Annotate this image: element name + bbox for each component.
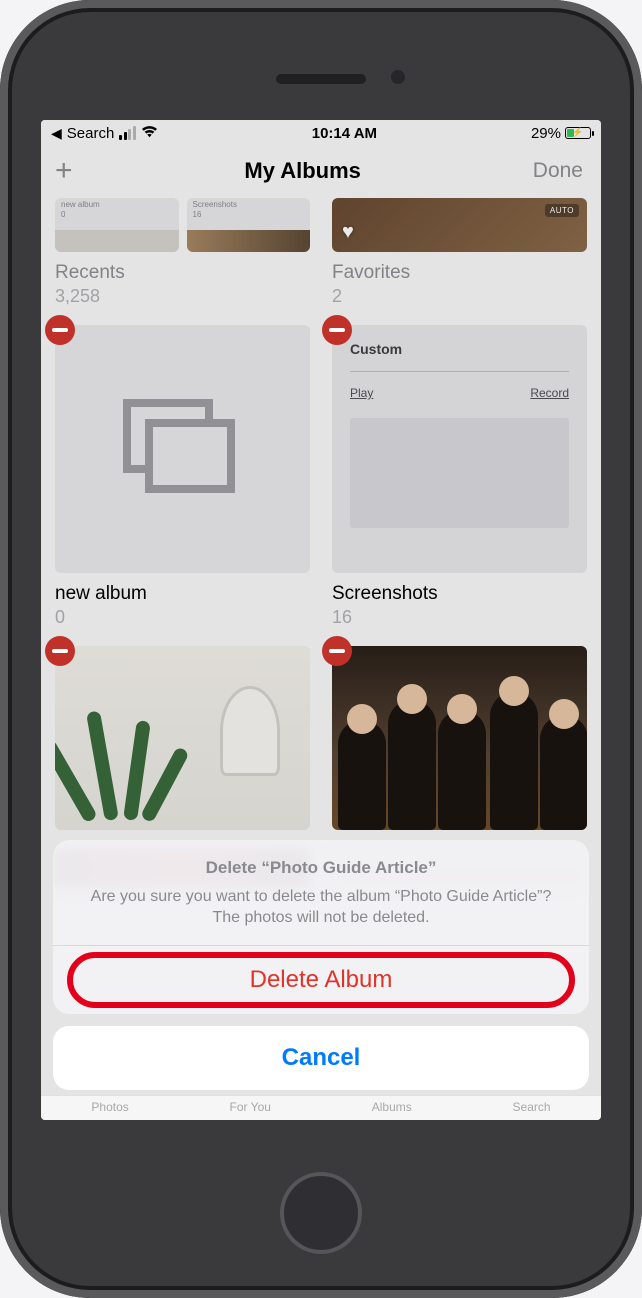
album-tile[interactable] [332, 646, 587, 830]
album-thumbnail[interactable]: Screenshots 16 [187, 198, 311, 252]
album-thumbnail[interactable]: Custom Play Record [332, 325, 587, 573]
delete-album-badge[interactable] [322, 315, 352, 345]
delete-album-label: Delete Album [250, 966, 393, 993]
screen: ◀ Search 10:14 AM 29% ⚡ + My Alb [41, 120, 601, 1120]
battery-percent: 29% [531, 125, 561, 142]
screenshot-preview-play: Play [350, 386, 373, 400]
screenshot-preview-title: Custom [350, 341, 569, 357]
navigation-bar: + My Albums Done [41, 144, 601, 198]
status-time: 10:14 AM [312, 125, 377, 142]
tab-albums[interactable]: Albums [372, 1100, 412, 1114]
album-tile[interactable] [55, 646, 310, 830]
front-camera [391, 70, 405, 84]
delete-album-badge[interactable] [322, 636, 352, 666]
album-count: 0 [55, 607, 310, 628]
empty-album-placeholder-icon [55, 325, 310, 573]
tab-for-you[interactable]: For You [230, 1100, 271, 1114]
album-mini-name: Screenshots [193, 200, 237, 209]
album-thumbnail[interactable] [332, 646, 587, 830]
album-mini-count: 0 [61, 210, 65, 219]
album-tile-screenshots[interactable]: Custom Play Record Screenshots 16 [332, 325, 587, 628]
action-sheet: Delete “Photo Guide Article” Are you sur… [53, 840, 589, 1090]
album-thumbnail[interactable]: AUTO ♥ [332, 198, 587, 252]
iphone-device-frame: ◀ Search 10:14 AM 29% ⚡ + My Alb [0, 0, 642, 1298]
album-name: Screenshots [332, 583, 587, 605]
back-to-app-label[interactable]: Search [67, 125, 115, 142]
album-count: 2 [332, 286, 587, 307]
action-sheet-title: Delete “Photo Guide Article” [75, 858, 567, 878]
album-count: 3,258 [55, 286, 310, 307]
album-name: Recents [55, 262, 310, 284]
screenshot-preview-record: Record [530, 386, 569, 400]
battery-icon: ⚡ [565, 127, 591, 139]
album-count: 16 [332, 607, 587, 628]
album-thumbnail[interactable] [55, 325, 310, 573]
tab-bar: Photos For You Albums Search [41, 1095, 601, 1120]
cancel-label: Cancel [282, 1044, 361, 1071]
album-tile-new-album[interactable]: new album 0 [55, 325, 310, 628]
album-thumbnail[interactable] [55, 646, 310, 830]
cellular-signal-icon [119, 126, 136, 140]
cancel-button[interactable]: Cancel [53, 1026, 589, 1090]
done-button[interactable]: Done [533, 159, 583, 183]
speaker-grill [276, 74, 366, 84]
page-title: My Albums [244, 158, 361, 184]
charging-bolt-icon: ⚡ [572, 127, 583, 138]
favorite-heart-icon: ♥ [342, 221, 354, 244]
delete-album-button[interactable]: Delete Album [53, 946, 589, 1014]
add-album-button[interactable]: + [55, 154, 73, 188]
album-name: new album [55, 583, 310, 605]
action-sheet-message: Are you sure you want to delete the albu… [75, 886, 567, 929]
album-name: Favorites [332, 262, 587, 284]
wifi-icon [141, 125, 158, 141]
auto-badge: AUTO [545, 204, 579, 217]
status-bar: ◀ Search 10:14 AM 29% ⚡ [41, 120, 601, 144]
album-mini-name: new album [61, 200, 100, 209]
back-to-app-caret-icon[interactable]: ◀ [51, 125, 62, 142]
delete-album-badge[interactable] [45, 315, 75, 345]
delete-album-badge[interactable] [45, 636, 75, 666]
album-mini-count: 16 [193, 210, 202, 219]
tab-photos[interactable]: Photos [91, 1100, 128, 1114]
album-thumbnail[interactable]: new album 0 [55, 198, 179, 252]
tab-search[interactable]: Search [513, 1100, 551, 1114]
home-button[interactable] [280, 1172, 362, 1254]
albums-grid[interactable]: new album 0 Screenshots 16 Recents 3,258 [41, 198, 601, 888]
